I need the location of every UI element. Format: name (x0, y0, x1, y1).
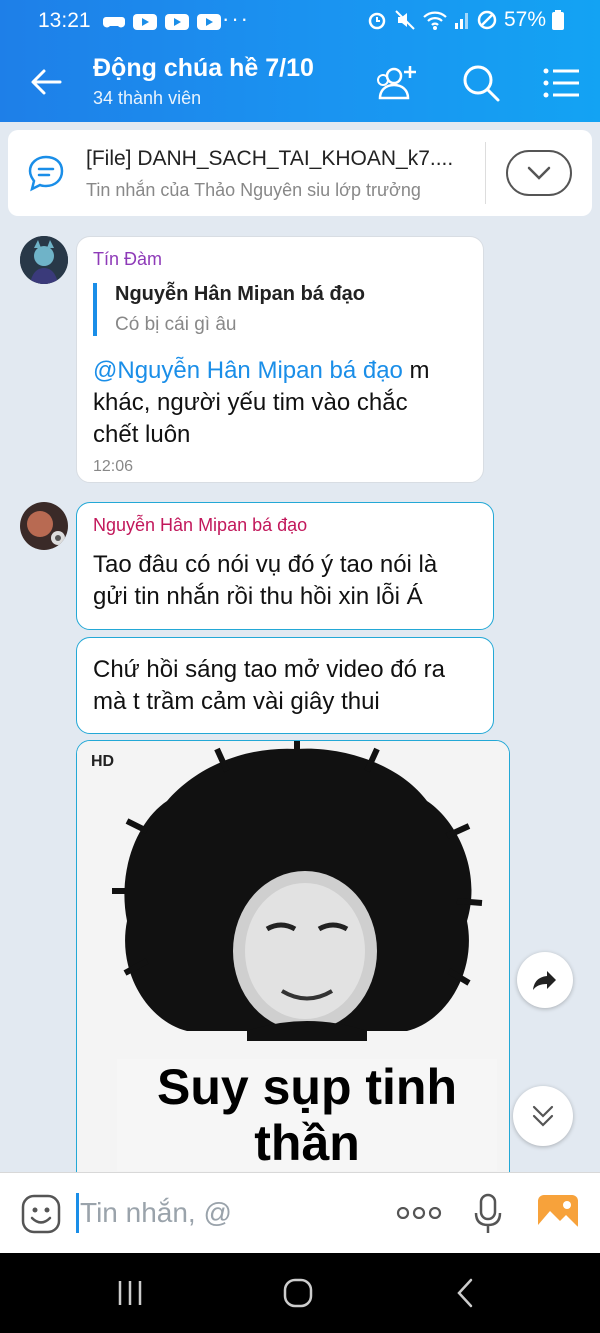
text-cursor (76, 1193, 79, 1233)
quoted-sender: Nguyễn Hân Mipan bá đạo (115, 283, 366, 305)
add-member-icon[interactable] (374, 60, 420, 106)
back-arrow-icon[interactable] (28, 64, 64, 100)
pinned-title: [File] DANH_SACH_TAI_KHOAN_k7.... (86, 147, 454, 170)
youtube-icon-3 (197, 14, 221, 30)
home-icon[interactable] (282, 1277, 314, 1309)
status-time: 13:21 (38, 9, 91, 32)
divider (485, 142, 486, 204)
top-bar: 13:21 ··· 57% Động chúa hề 7/10 34 thành… (0, 0, 600, 122)
member-count[interactable]: 34 thành viên (93, 88, 201, 109)
message-line: @Nguyễn Hân Mipan bá đạo m (93, 355, 483, 387)
message-bubble[interactable]: Nguyễn Hân Mipan bá đạo Tao đâu có nói v… (76, 502, 494, 630)
image-gallery-icon[interactable] (536, 1193, 580, 1233)
pinned-message-bar[interactable]: [File] DANH_SACH_TAI_KHOAN_k7.... Tin nh… (8, 130, 592, 216)
scroll-to-bottom-button[interactable] (513, 1086, 573, 1146)
system-nav-bar (0, 1253, 600, 1333)
double-chevron-down-icon (532, 1105, 554, 1127)
forward-button[interactable] (517, 952, 573, 1008)
avatar-image (20, 502, 68, 550)
avatar[interactable] (20, 502, 68, 550)
sender-name[interactable]: Tín Đàm (93, 249, 162, 270)
chat-bubble-icon (28, 155, 64, 192)
microphone-icon[interactable] (474, 1193, 502, 1235)
sender-name[interactable]: Nguyễn Hân Mipan bá đạo (93, 515, 307, 536)
more-notifications-icon: ··· (222, 6, 250, 31)
avatar-image (20, 236, 68, 284)
image-message[interactable]: HD Suy sụp tinh thần (76, 740, 510, 1174)
message-line: Chứ hồi sáng tao mở video đó ra (93, 656, 445, 683)
message-line: gửi tin nhắn rồi thu hồi xin lỗi Á (93, 583, 423, 610)
message-bubble[interactable]: Tín Đàm Nguyễn Hân Mipan bá đạo Có bị cá… (76, 236, 484, 483)
sticker-icon[interactable] (20, 1193, 62, 1235)
search-icon[interactable] (458, 60, 504, 106)
message-input-bar: Tin nhắn, @ (0, 1172, 600, 1253)
message-line: mà t trầm cảm vài giây thui (93, 688, 380, 715)
gamepad-icon (103, 17, 125, 28)
message-line: chết luôn (93, 421, 191, 448)
recent-apps-icon[interactable] (116, 1279, 144, 1307)
more-options-icon[interactable] (396, 1207, 442, 1219)
pinned-subtitle: Tin nhắn của Thảo Nguyên siu lớp trưởng (86, 180, 421, 200)
chat-header: Động chúa hề 7/10 34 thành viên (0, 42, 600, 122)
youtube-icon-2 (165, 14, 189, 30)
message-input[interactable]: Tin nhắn, @ (80, 1197, 232, 1229)
mention-link[interactable]: @Nguyễn Hân Mipan bá đạo (93, 357, 403, 384)
message-text: Tao đâu có nói vụ đó ý tao nói là gửi ti… (93, 549, 437, 613)
back-nav-icon[interactable] (454, 1277, 476, 1309)
quoted-message[interactable]: Nguyễn Hân Mipan bá đạo Có bị cái gì âu (93, 283, 365, 336)
avatar[interactable] (20, 236, 68, 284)
image-caption: Suy sụp tinh thần (117, 1059, 497, 1171)
battery-icon (552, 10, 564, 30)
system-icons: 57% (366, 8, 564, 32)
alarm-icon (368, 12, 386, 30)
menu-list-icon[interactable] (538, 60, 584, 106)
forward-icon (533, 971, 556, 990)
youtube-icon (133, 14, 157, 30)
message-line: khác, người yếu tim vào chắc (93, 389, 408, 416)
signal-icon (454, 13, 468, 29)
no-data-icon (477, 10, 497, 30)
message-text: Chứ hồi sáng tao mở video đó ra mà t trầ… (93, 654, 445, 718)
battery-percent: 57% (503, 8, 546, 31)
caption-line: thần (254, 1115, 360, 1171)
message-fragment: m (402, 357, 430, 384)
message-time: 12:06 (93, 458, 134, 475)
status-bar: 13:21 ··· 57% (0, 0, 600, 42)
message-line: Tao đâu có nói vụ đó ý tao nói là (93, 551, 438, 578)
group-title[interactable]: Động chúa hề 7/10 (93, 54, 314, 83)
message-bubble[interactable]: Chứ hồi sáng tao mở video đó ra mà t trầ… (76, 637, 494, 734)
caption-line: Suy sụp tinh (157, 1059, 457, 1115)
notification-icons (102, 12, 222, 32)
expand-pinned-button[interactable] (506, 150, 572, 196)
quoted-text: Có bị cái gì âu (115, 314, 237, 335)
chevron-down-icon (527, 166, 551, 180)
message-text: @Nguyễn Hân Mipan bá đạo m khác, người y… (93, 355, 483, 451)
wifi-icon (423, 11, 447, 30)
hd-badge: HD (91, 753, 115, 770)
mute-icon (395, 10, 415, 30)
